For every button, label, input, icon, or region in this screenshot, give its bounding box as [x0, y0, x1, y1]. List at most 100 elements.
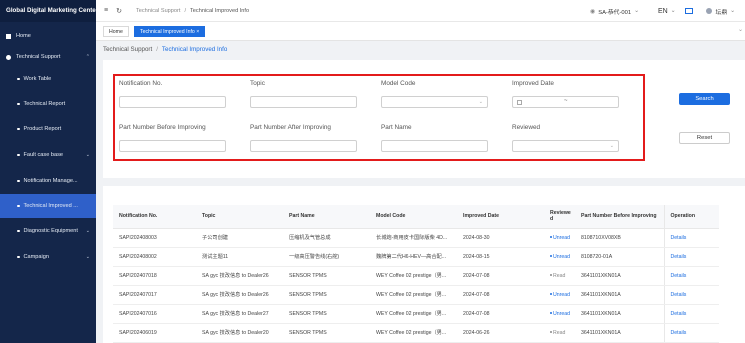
- table-cell-op: Details: [663, 247, 719, 267]
- menu-icon[interactable]: ≡: [104, 7, 108, 14]
- reset-button[interactable]: Reset: [679, 132, 730, 144]
- chevron-down-icon: ⌄: [85, 228, 90, 234]
- top-breadcrumb-parent[interactable]: Technical Support: [136, 8, 180, 14]
- table-row: SAPI202408003 子公司创建 压缩机及气管总成 长城炮-商用皮卡国际版柴 4…: [113, 228, 719, 248]
- sidebar-item[interactable]: Campaign ⌄: [0, 245, 96, 269]
- part-name-label: Part Name: [381, 124, 412, 131]
- bullet-icon: [17, 77, 20, 81]
- user-chevron-icon[interactable]: ⌄: [730, 8, 735, 14]
- table-cell-model: WEY Coffee 02 prestige（男...: [370, 304, 457, 324]
- scroll-right-icon[interactable]: ⌄: [738, 26, 743, 33]
- details-link[interactable]: Details: [671, 330, 687, 336]
- bullet-icon: [17, 153, 20, 157]
- table-cell-reviewed: Unread: [544, 247, 575, 267]
- column-header: Reviewe d: [544, 205, 575, 229]
- details-link[interactable]: Details: [671, 273, 687, 279]
- table-cell-topic: 测试主题11: [196, 247, 283, 267]
- sidebar: Global Digital Marketing Center Home Tech…: [0, 0, 96, 343]
- sidebar-item[interactable]: Diagnostic Equipment ⌄: [0, 219, 96, 243]
- part-number-after-input[interactable]: [250, 140, 357, 152]
- sidebar-item-label: Technical Report: [23, 101, 66, 107]
- reviewed-status: Unread: [553, 310, 571, 317]
- breadcrumb-parent[interactable]: Technical Support: [103, 46, 152, 53]
- column-header: Part Name: [283, 205, 370, 229]
- sidebar-item-label: Technical Support: [16, 54, 61, 60]
- language-chevron-icon[interactable]: ⌄: [671, 8, 676, 14]
- sidebar-item[interactable]: Technical Report: [0, 92, 96, 116]
- breadcrumb-current: Technical Improved Info: [161, 46, 228, 53]
- region-chevron-icon[interactable]: ⌄: [634, 8, 639, 14]
- table-cell-op: Details: [663, 323, 719, 343]
- user-name[interactable]: 坛鼎: [716, 7, 728, 16]
- top-bar-right: ◉ SA-恭代-001 ⌄ EN ⌄ 坛鼎 ⌄: [590, 0, 745, 22]
- region-select[interactable]: SA-恭代-001: [598, 7, 631, 16]
- location-icon: ◉: [589, 8, 596, 15]
- bullet-icon: [17, 204, 20, 208]
- part-number-after-label: Part Number After Improving: [250, 124, 331, 131]
- mail-icon[interactable]: [684, 8, 693, 14]
- table-cell-no: SAPI202407016: [113, 304, 196, 324]
- table-cell-topic: SA gyc 技改信息 to Dealer20: [196, 323, 283, 343]
- table-cell-topic: SA gyc 技改信息 to Dealer26: [196, 285, 283, 305]
- table-cell-reviewed: Read: [544, 323, 575, 343]
- table-header-row: Notification No. Topic Part Name Model Code…: [113, 205, 719, 229]
- details-link[interactable]: Details: [671, 235, 687, 241]
- tab-technical-improved-info[interactable]: Technical Improved Info ×: [134, 26, 206, 37]
- topic-input[interactable]: [250, 96, 357, 108]
- sidebar-item[interactable]: Work Table: [0, 67, 96, 91]
- reviewed-status: Read: [553, 329, 566, 336]
- status-dot-icon: [550, 331, 552, 334]
- table-cell-date: 2024-07-08: [457, 304, 544, 324]
- reviewed-status: Unread: [553, 234, 571, 241]
- bullet-icon: [17, 255, 20, 259]
- sidebar-item[interactable]: Technical Support ⌃: [0, 45, 96, 69]
- reviewed-select[interactable]: ⌄: [512, 140, 619, 152]
- improved-date-range[interactable]: ~: [512, 96, 619, 108]
- bullet-icon: [17, 229, 20, 233]
- tabs-bar: Home Technical Improved Info ×: [96, 22, 745, 41]
- table-cell-date: 2024-07-08: [457, 266, 544, 286]
- table-row: SAPI202407016 SA gyc 技改信息 to Dealer27 SENS…: [113, 304, 719, 324]
- search-button[interactable]: Search: [679, 93, 730, 105]
- model-code-select[interactable]: ⌄: [381, 96, 488, 108]
- sidebar-item[interactable]: Fault case base ⌄: [0, 143, 96, 167]
- table-cell-pn_before: 3641101XKN01A: [575, 285, 664, 305]
- details-link[interactable]: Details: [671, 254, 687, 260]
- table-cell-model: WEY Coffee 02 prestige（男...: [370, 266, 457, 286]
- column-header: Topic: [196, 205, 283, 229]
- sidebar-item-label: Notification Manage...: [23, 178, 78, 184]
- part-number-before-input[interactable]: [119, 140, 226, 152]
- notification-no-input[interactable]: [119, 96, 226, 108]
- home-icon: [6, 33, 11, 39]
- table-cell-date: 2024-06-26: [457, 323, 544, 343]
- tab-close-icon[interactable]: ×: [196, 29, 199, 35]
- sidebar-item[interactable]: Notification Manage...: [0, 169, 96, 193]
- table-cell-pn_before: 3641101XKN01A: [575, 266, 664, 286]
- sidebar-item-label: Product Report: [23, 126, 62, 132]
- reviewed-status: Read: [553, 272, 566, 279]
- refresh-icon[interactable]: ↻: [116, 7, 122, 15]
- top-breadcrumb-current: Technical Improved Info: [190, 7, 250, 14]
- results-table: Notification No. Topic Part Name Model Code…: [113, 205, 719, 343]
- breadcrumb: Technical Support / Technical Improved Inf…: [103, 46, 228, 53]
- chevron-down-icon: ⌄: [609, 143, 614, 149]
- table-cell-date: 2024-08-30: [457, 228, 544, 248]
- language-select[interactable]: EN: [658, 8, 668, 15]
- details-link[interactable]: Details: [671, 311, 687, 317]
- table-cell-pn_before: 3641101XKN01A: [575, 304, 664, 324]
- table-cell-date: 2024-08-15: [457, 247, 544, 267]
- tab-active-label: Technical Improved Info: [140, 29, 195, 35]
- table-cell-op: Details: [663, 285, 719, 305]
- sidebar-item[interactable]: Product Report: [0, 117, 96, 141]
- table-cell-part: SENSOR TPMS: [283, 323, 370, 343]
- sidebar-item[interactable]: Technical Improved ...: [0, 194, 96, 218]
- table-cell-op: Details: [663, 304, 719, 324]
- notification-no-label: Notification No.: [119, 80, 163, 87]
- table-cell-model: 魏牌第二代H6-HEV—高合配...: [370, 247, 457, 267]
- tab-home[interactable]: Home: [103, 26, 129, 37]
- details-link[interactable]: Details: [671, 292, 687, 298]
- reviewed-status: Unread: [553, 291, 571, 298]
- reviewed-status: Unread: [553, 253, 571, 260]
- part-name-input[interactable]: [381, 140, 488, 152]
- avatar-icon[interactable]: [705, 8, 712, 14]
